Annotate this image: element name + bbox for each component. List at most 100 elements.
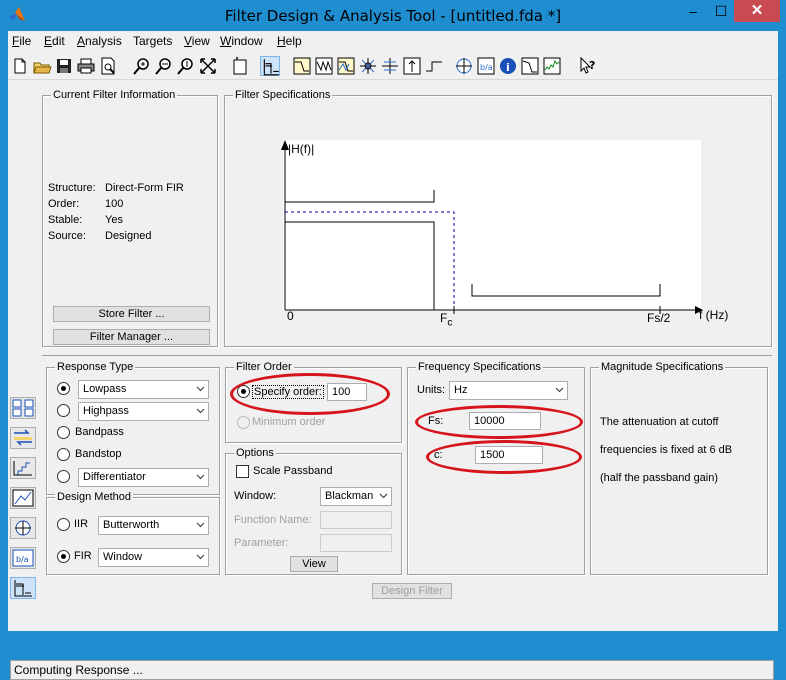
window-title: Filter Design & Analysis Tool - [untitle… [224,7,562,25]
response-type-title: Response Type [55,361,136,373]
lowpass-select[interactable]: Lowpass [78,380,209,399]
magnitude-text-line2: frequencies is fixed at 6 dB [600,444,733,456]
minimum-order-label: Minimum order [252,416,326,428]
menu-edit[interactable]: Edit [44,34,65,48]
phase-delay-icon[interactable] [380,56,400,76]
chevron-down-icon [196,403,205,414]
new-icon[interactable] [10,56,30,76]
filter-specs-icon[interactable] [260,56,280,76]
bandpass-label[interactable]: Bandpass [75,426,124,438]
round-off-noise-icon[interactable] [542,56,562,76]
magnitude-text-line3: (half the passband gain) [600,472,719,484]
design-filter-button[interactable]: Design Filter [372,583,452,599]
units-label: Units: [417,384,446,396]
menu-file[interactable]: File [12,34,31,48]
phase-response-icon[interactable] [314,56,334,76]
x-axis-label: f (Hz) [699,308,729,322]
view-button[interactable]: View [290,556,338,572]
pole-zero-icon[interactable] [454,56,474,76]
sidebar-quantize-icon[interactable] [10,457,36,479]
bandpass-radio[interactable] [57,426,70,439]
sidebar-design-icon[interactable] [10,577,36,599]
bandstop-radio[interactable] [57,448,70,461]
minimum-order-radio[interactable] [237,416,250,429]
scale-passband-label[interactable]: Scale Passband [253,465,333,477]
magnitude-phase-icon[interactable] [336,56,356,76]
zoom-in-icon[interactable] [132,56,152,76]
differentiator-radio[interactable] [57,470,70,483]
menu-help[interactable]: Help [277,34,302,48]
fs2-label: Fs/2 [647,311,671,325]
cutoff-dashed-line [285,211,455,310]
minimize-button[interactable]: – [680,0,706,22]
magnitude-estimate-icon[interactable] [520,56,540,76]
fir-method-select[interactable]: Window [98,548,209,567]
lowpass-radio[interactable] [57,382,70,395]
filter-manager-button[interactable]: Filter Manager ... [53,329,210,345]
toolbar: b/a i ? [8,52,778,80]
sidebar-pole-zero-editor-icon[interactable] [10,487,36,509]
sidebar-convert-icon[interactable] [10,427,36,449]
iir-label[interactable]: IIR [74,518,88,530]
sidebar-import-icon[interactable] [10,517,36,539]
store-filter-button[interactable]: Store Filter ... [53,306,210,322]
iir-method-select[interactable]: Butterworth [98,516,209,535]
scale-passband-checkbox[interactable] [236,465,249,478]
fir-label[interactable]: FIR [74,550,92,562]
differentiator-select[interactable]: Differentiator [78,468,209,487]
menu-analysis[interactable]: Analysis [77,34,122,48]
fc-label: Fc [440,311,453,329]
bandstop-label[interactable]: Bandstop [75,448,121,460]
chevron-down-icon [196,549,205,560]
units-select[interactable]: Hz [449,381,568,400]
window-select[interactable]: Blackman [320,487,392,506]
impulse-response-icon[interactable] [402,56,422,76]
structure-label: Structure: [48,182,96,194]
whats-this-icon[interactable]: ? [578,56,598,76]
step-response-icon[interactable] [424,56,444,76]
magnitude-specs-panel: Magnitude Specifications The attenuation… [590,361,768,575]
svg-text:i: i [506,61,510,74]
filter-info-icon[interactable]: i [498,56,518,76]
filter-coefficients-icon[interactable]: b/a [476,56,496,76]
menu-window[interactable]: Window [220,34,263,48]
zoom-x-icon[interactable] [154,56,174,76]
new-window-icon[interactable] [230,56,250,76]
annotation-ellipse-order [230,373,390,415]
sidebar-coefficients-icon[interactable]: b/a [10,547,36,569]
spec-plot-diagram [281,140,703,314]
zoom-y-icon[interactable] [176,56,196,76]
title-bar[interactable]: Filter Design & Analysis Tool - [untitle… [0,0,786,30]
save-icon[interactable] [54,56,74,76]
app-window: Filter Design & Analysis Tool - [untitle… [0,0,786,680]
print-preview-icon[interactable] [98,56,118,76]
function-name-label: Function Name: [234,514,312,526]
fc-sub-label: c [447,317,453,329]
magnitude-response-icon[interactable] [292,56,312,76]
sidebar-transform-icon[interactable] [10,397,36,419]
open-icon[interactable] [32,56,52,76]
highpass-radio[interactable] [57,404,70,417]
design-method-title: Design Method [55,491,133,503]
group-delay-icon[interactable] [358,56,378,76]
svg-text:b/a: b/a [480,63,493,72]
svg-text:b/a: b/a [16,555,29,564]
current-filter-info-title: Current Filter Information [51,89,178,101]
full-view-icon[interactable] [198,56,218,76]
fir-radio[interactable] [57,550,70,563]
maximize-button[interactable]: ☐ [708,0,734,22]
menu-targets[interactable]: Targets [133,34,172,48]
close-button[interactable]: ✕ [734,0,780,22]
highpass-select[interactable]: Highpass [78,402,209,421]
iir-radio[interactable] [57,518,70,531]
filter-order-title: Filter Order [234,361,294,373]
magnitude-specs-title: Magnitude Specifications [599,361,726,373]
separator [42,355,772,356]
menu-view[interactable]: View [184,34,210,48]
order-label: Order: [48,198,80,210]
stable-label: Stable: [48,214,83,226]
print-icon[interactable] [76,56,96,76]
chevron-down-icon [196,381,205,392]
menu-bar: File Edit Analysis Targets View Window H… [8,31,778,51]
stopband-line [471,284,661,297]
